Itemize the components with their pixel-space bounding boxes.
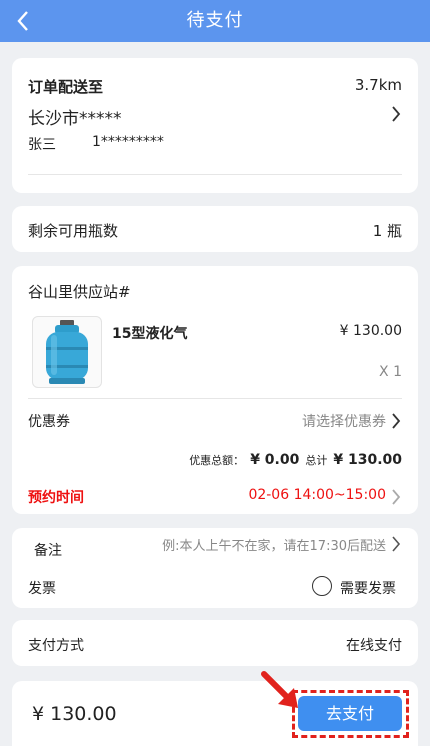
product-price: ¥ 130.00 [339,323,402,339]
invoice-radio[interactable] [312,576,332,596]
contact-phone: 1********* [92,134,164,150]
bottles-value: 1 瓶 [372,222,402,240]
contact-name: 张三 [28,137,56,153]
product-name: 15型液化气 [112,326,188,342]
invoice-label: 发票 [28,581,56,597]
address-city: 长沙市***** [28,109,122,129]
discount-label: 优惠总额： [189,454,245,467]
address-label: 订单配送至 [28,78,104,96]
remark-input[interactable]: 例:本人上午不在家，请在17:30后配送 [162,535,386,554]
total-label: 总计 [305,454,328,467]
coupon-row[interactable]: 优惠券 请选择优惠券 [12,399,418,439]
gas-cylinder-image [32,316,102,388]
remark-row[interactable]: 备注 例:本人上午不在家，请在17:30后配送 [12,528,418,564]
coupon-placeholder: 请选择优惠券 [302,414,386,430]
payment-method-card[interactable]: 支付方式 在线支付 [12,620,418,666]
discount-value: ¥ 0.00 [250,452,300,468]
chevron-right-icon [390,105,402,123]
order-card: 谷山里供应站# 15型液化气 ¥ 130.00 X 1 优惠券 请选择优惠券 优… [12,266,418,514]
address-card[interactable]: 订单配送至 3.7km 长沙市***** 张三 1********* [12,58,418,193]
summary-line: 优惠总额： ¥ 0.00 总计 ¥ 130.00 [189,452,402,468]
bottles-card: 剩余可用瓶数 1 瓶 [12,206,418,252]
chevron-right-icon [390,412,402,430]
divider [28,174,402,175]
product-quantity: X 1 [379,364,402,380]
chevron-right-icon [390,488,402,506]
appointment-time: 02-06 14:00~15:00 [248,487,386,503]
bottles-label: 剩余可用瓶数 [28,222,119,240]
notes-card: 备注 例:本人上午不在家，请在17:30后配送 发票 需要发票 [12,528,418,608]
invoice-option-label: 需要发票 [340,581,396,597]
station-name: 谷山里供应站# [28,283,131,301]
coupon-label: 优惠券 [28,414,70,430]
appointment-row[interactable]: 预约时间 02-06 14:00~15:00 [12,479,418,513]
payment-value: 在线支付 [346,638,402,654]
total-amount: ¥ 130.00 [32,703,117,725]
pay-button[interactable]: 去支付 [298,696,402,731]
chevron-right-icon [390,535,402,553]
header-bar: 待支付 [0,0,430,42]
total-value: ¥ 130.00 [333,452,402,468]
payment-label: 支付方式 [28,638,84,654]
remark-label: 备注 [34,543,62,559]
appointment-label: 预约时间 [28,490,84,506]
page-title: 待支付 [186,10,244,31]
distance: 3.7km [354,76,402,94]
